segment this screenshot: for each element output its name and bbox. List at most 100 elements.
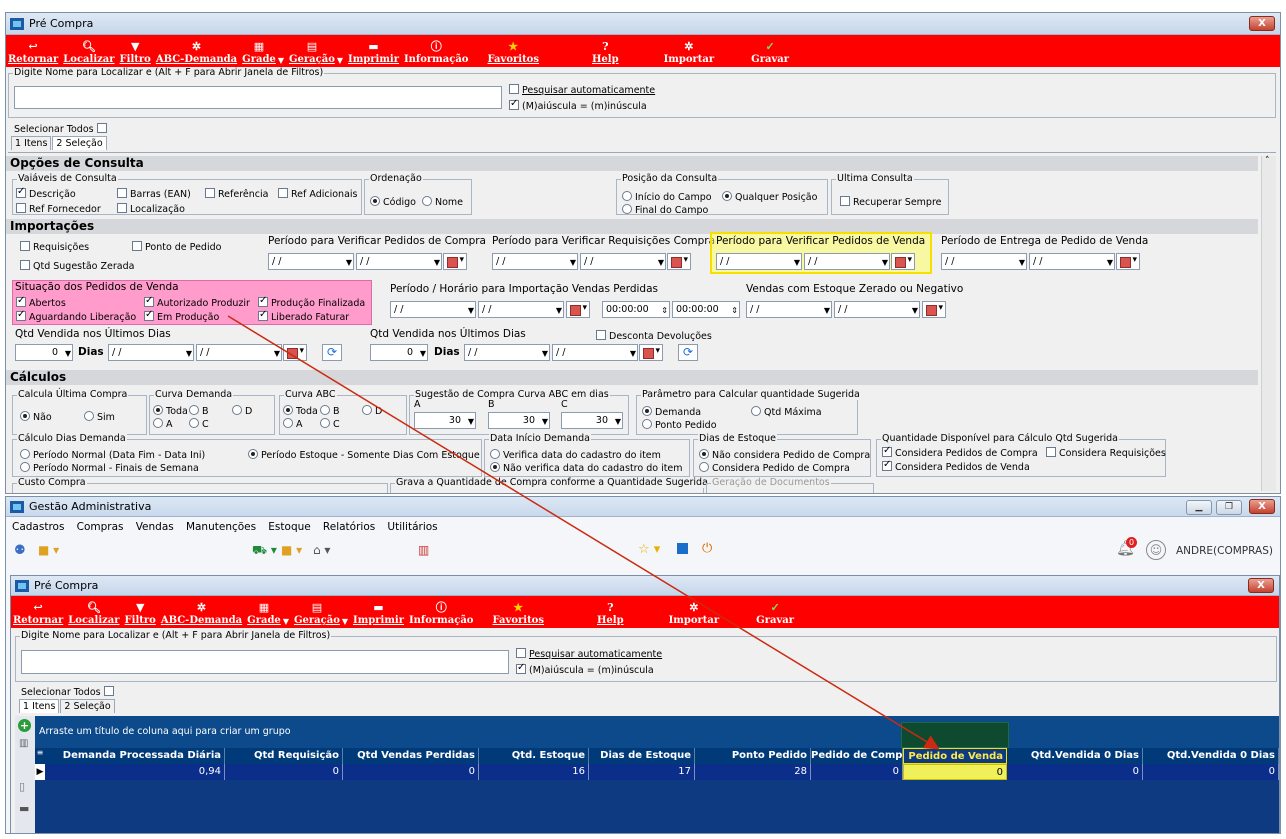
- col-demanda[interactable]: Demanda Processada Diária: [45, 748, 225, 764]
- col-qtd-requisicao[interactable]: Qtd Requisição: [225, 748, 343, 764]
- opt-ponto-pedido[interactable]: Ponto de Pedido: [132, 241, 221, 253]
- calendar-icon[interactable]: [922, 301, 946, 318]
- abc-d-radio[interactable]: [362, 405, 372, 415]
- cd-toda-radio[interactable]: [153, 405, 163, 415]
- opt-autorizado[interactable]: Autorizado Produzir: [144, 295, 250, 309]
- qtd-maxima-radio[interactable]: [751, 406, 761, 416]
- add-icon[interactable]: +: [18, 719, 31, 732]
- menu-compras[interactable]: Compras: [77, 521, 124, 533]
- cell-qtd-vendida-1[interactable]: 0: [1007, 764, 1143, 780]
- opt-abc-d[interactable]: D: [362, 405, 382, 417]
- final-radio[interactable]: [622, 204, 632, 214]
- opt-recuperar[interactable]: Recuperar Sempre: [840, 196, 942, 208]
- cd-b-radio[interactable]: [189, 405, 199, 415]
- opt-qtd-maxima[interactable]: Qtd Máxima: [751, 406, 822, 418]
- opt-considera-requisicoes[interactable]: Considera Requisições: [1046, 447, 1166, 459]
- building-icon[interactable]: ▥: [418, 543, 429, 557]
- col-ponto-pedido[interactable]: Ponto Pedido: [695, 748, 811, 764]
- favorite-star-icon[interactable]: ☆ ▾: [638, 542, 660, 557]
- col-qtd-vendida-1[interactable]: Qtd.Vendida 0 Dias: [1007, 748, 1143, 764]
- date-perdidas-fim[interactable]: / / ▼: [478, 301, 564, 318]
- opt-nome[interactable]: Nome: [422, 196, 463, 208]
- demanda-radio[interactable]: [642, 406, 652, 416]
- abc-a-radio[interactable]: [283, 418, 293, 428]
- periodo-estoque-radio[interactable]: [248, 449, 258, 459]
- abc-demanda-button[interactable]: ✲ ABC-Demanda: [156, 41, 237, 67]
- print-icon[interactable]: ▬: [19, 802, 29, 815]
- trash-icon[interactable]: ▥: [19, 738, 28, 749]
- opt-abertos[interactable]: Abertos: [16, 295, 66, 309]
- inner-auto-search[interactable]: Pesquisar automaticamente: [516, 648, 662, 660]
- cell-qtd-vendida-2[interactable]: 0: [1143, 764, 1279, 780]
- calendar-icon[interactable]: [639, 344, 663, 361]
- verifica-radio[interactable]: [490, 449, 500, 459]
- informacao-button[interactable]: ⓘ Informação: [404, 41, 469, 67]
- opt-descricao[interactable]: Descrição: [16, 186, 76, 200]
- importar-button[interactable]: ✲ Importar: [664, 41, 715, 67]
- date-zerado-fim[interactable]: / / ▼: [834, 301, 920, 318]
- ponto-pedido-radio[interactable]: [642, 419, 652, 429]
- users-icon[interactable]: ⚉: [14, 543, 26, 558]
- nao-radio[interactable]: [20, 411, 30, 421]
- date-entrega-fim[interactable]: / / ▼: [1029, 253, 1115, 270]
- case-option[interactable]: (M)aiúscula = (m)inúscula: [509, 98, 647, 112]
- inner-select-all[interactable]: Selecionar Todos: [21, 686, 117, 698]
- refresh-icon[interactable]: ⟳: [678, 344, 698, 361]
- date-zerado-ini[interactable]: / / ▼: [746, 301, 832, 318]
- opt-cd-b[interactable]: B: [189, 405, 209, 417]
- minimize-button[interactable]: ▁: [1186, 500, 1212, 515]
- opt-referencia[interactable]: Referência: [205, 188, 268, 200]
- producao-finalizada-checkbox[interactable]: [258, 295, 268, 307]
- date-compra-fim[interactable]: / / ▼: [356, 253, 442, 270]
- considera-compra-checkbox[interactable]: [882, 445, 892, 457]
- menu-cadastros[interactable]: Cadastros: [12, 521, 64, 533]
- menu-vendas[interactable]: Vendas: [136, 521, 174, 533]
- abc-demanda-button[interactable]: ✲ ABC-Demanda: [161, 602, 242, 628]
- calendar-icon[interactable]: [283, 344, 307, 361]
- date-entrega-ini[interactable]: / / ▼: [941, 253, 1027, 270]
- informacao-button[interactable]: ⓘ Informação: [409, 602, 474, 628]
- sugestao-a-input[interactable]: 30 ▼: [414, 412, 476, 429]
- localizacao-checkbox[interactable]: [117, 203, 127, 213]
- opt-cd-d[interactable]: D: [232, 405, 252, 417]
- menu-relatorios[interactable]: Relatórios: [323, 521, 375, 533]
- col-qtd-estoque[interactable]: Qtd. Estoque: [479, 748, 589, 764]
- importar-button[interactable]: ✲ Importar: [669, 602, 720, 628]
- considera-venda-checkbox[interactable]: [882, 459, 892, 471]
- opt-qualquer[interactable]: Qualquer Posição: [722, 191, 817, 203]
- nao-considera-radio[interactable]: [699, 449, 709, 459]
- liberado-checkbox[interactable]: [258, 309, 268, 321]
- referencia-checkbox[interactable]: [205, 188, 215, 198]
- tab-itens[interactable]: 1 Itens: [11, 136, 52, 150]
- date-qtd-ini[interactable]: / / ▼: [108, 344, 194, 361]
- cell-ponto-pedido[interactable]: 28: [695, 764, 811, 780]
- power-icon[interactable]: ⏻: [702, 541, 712, 556]
- favoritos-button[interactable]: ★ Favoritos: [487, 41, 539, 67]
- opt-periodo-estoque[interactable]: Período Estoque - Somente Dias Com Estoq…: [248, 449, 480, 461]
- col-pedido-venda[interactable]: Pedido de Venda: [903, 748, 1007, 764]
- case-checkbox[interactable]: [516, 662, 526, 674]
- date-compra-ini[interactable]: / / ▼: [268, 253, 354, 270]
- imprimir-button[interactable]: ▬ Imprimir: [348, 41, 399, 67]
- opt-periodo-finais[interactable]: Período Normal - Finais de Semana: [20, 462, 199, 474]
- periodo-finais-radio[interactable]: [20, 462, 30, 472]
- cell-demanda[interactable]: 0,94: [45, 764, 225, 780]
- tab-selecao[interactable]: 2 Seleção: [60, 699, 115, 713]
- opt-aguardando[interactable]: Aguardando Liberação: [16, 309, 136, 323]
- col-qtd-vendas-perdidas[interactable]: Qtd Vendas Perdidas: [343, 748, 479, 764]
- abc-c-radio[interactable]: [320, 418, 330, 428]
- date-venda-ini[interactable]: / / ▼: [716, 253, 802, 270]
- opt-ref-fornecedor[interactable]: Ref Fornecedor: [16, 203, 101, 215]
- opt-nao-considera[interactable]: Não considera Pedido de Compra: [699, 449, 870, 461]
- autorizado-checkbox[interactable]: [144, 295, 154, 307]
- select-all-checkbox[interactable]: [103, 686, 114, 696]
- date-qtd-fim[interactable]: / / ▼: [196, 344, 282, 361]
- retornar-button[interactable]: ↩ Retornar: [8, 41, 58, 67]
- calendar-icon[interactable]: [443, 253, 467, 270]
- gravar-button[interactable]: ✓ Gravar: [751, 41, 789, 67]
- calendar-icon[interactable]: [1116, 253, 1140, 270]
- date-perdidas-ini[interactable]: / / ▼: [390, 301, 476, 318]
- calendar-icon[interactable]: [566, 301, 590, 318]
- auto-search-checkbox[interactable]: [509, 84, 519, 94]
- desconta-checkbox[interactable]: [596, 330, 606, 340]
